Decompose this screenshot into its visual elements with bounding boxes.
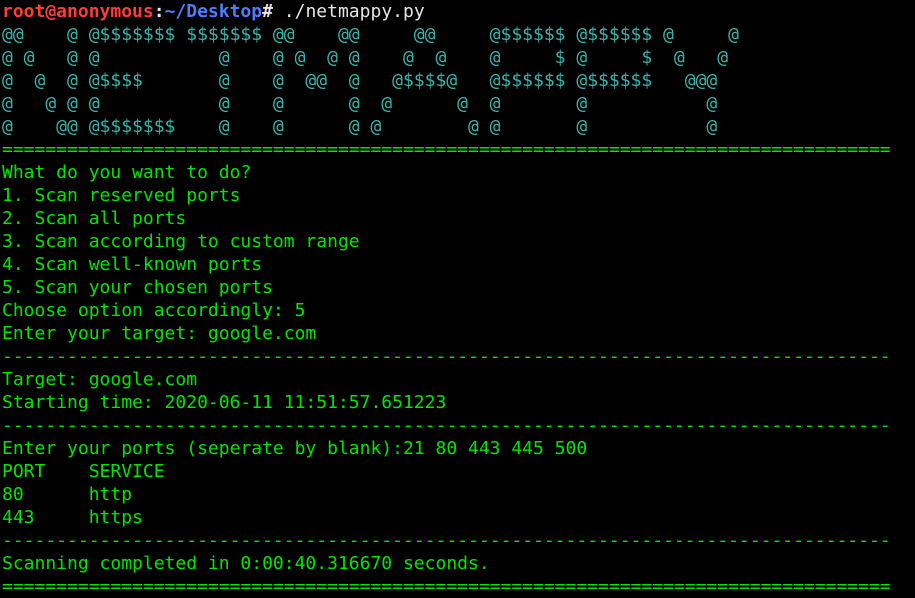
output-line: 1. Scan reserved ports — [2, 185, 241, 206]
output-line: What do you want to do? — [2, 162, 252, 183]
command-prompt-line: root@anonymous:~/Desktop# ./netmappy.py — [2, 0, 915, 23]
prompt-path: ~/Desktop — [164, 1, 263, 22]
banner-line: @ @ @ @ @ @ @ @ @ @ @ @ $ @ $ @ @ — [2, 47, 729, 68]
banner-line: @@ @ @$$$$$$$ $$$$$$$ @@ @@ @@ @$$$$$$ @… — [2, 24, 739, 45]
terminal-output: ========================================… — [2, 138, 915, 598]
double-divider: ========================================… — [2, 139, 891, 160]
terminal-window[interactable]: root@anonymous:~/Desktop# ./netmappy.py … — [0, 0, 915, 598]
output-line: Target: google.com — [2, 369, 198, 390]
output-line: 4. Scan well-known ports — [2, 254, 263, 275]
banner-line: @ @@ @$$$$$$$ @ @ @ @ @ @ @ @ — [2, 116, 718, 137]
banner-line: @ @ @ @$$$$ @ @ @@ @ @$$$$@ @$$$$$$ @$$$… — [2, 70, 718, 91]
ascii-banner: @@ @ @$$$$$$$ $$$$$$$ @@ @@ @@ @$$$$$$ @… — [2, 23, 915, 138]
output-line: Enter your target: google.com — [2, 323, 317, 344]
output-line: 3. Scan according to custom range — [2, 231, 360, 252]
command-text: ./netmappy.py — [272, 1, 425, 22]
output-line: Choose option accordingly: 5 — [2, 300, 306, 321]
output-line: Starting time: 2020-06-11 11:51:57.65122… — [2, 392, 447, 413]
output-line: 2. Scan all ports — [2, 208, 187, 229]
banner-line: @ @ @ @ @ @ @ @ @ @ @ @ — [2, 93, 718, 114]
output-line: Scanning completed in 0:00:40.316670 sec… — [2, 553, 490, 574]
single-divider: ----------------------------------------… — [2, 346, 891, 367]
output-line: PORT SERVICE — [2, 461, 165, 482]
prompt-symbol: # — [262, 1, 273, 22]
output-line: 5. Scan your chosen ports — [2, 277, 273, 298]
single-divider: ----------------------------------------… — [2, 415, 891, 436]
output-line: 80 http — [2, 484, 133, 505]
prompt-user-host: root@anonymous — [2, 1, 154, 22]
output-line: 443 https — [2, 507, 143, 528]
prompt-separator: : — [153, 1, 165, 22]
single-divider: ----------------------------------------… — [2, 530, 891, 551]
output-line: Enter your ports (seperate by blank):21 … — [2, 438, 588, 459]
double-divider: ========================================… — [2, 576, 891, 597]
